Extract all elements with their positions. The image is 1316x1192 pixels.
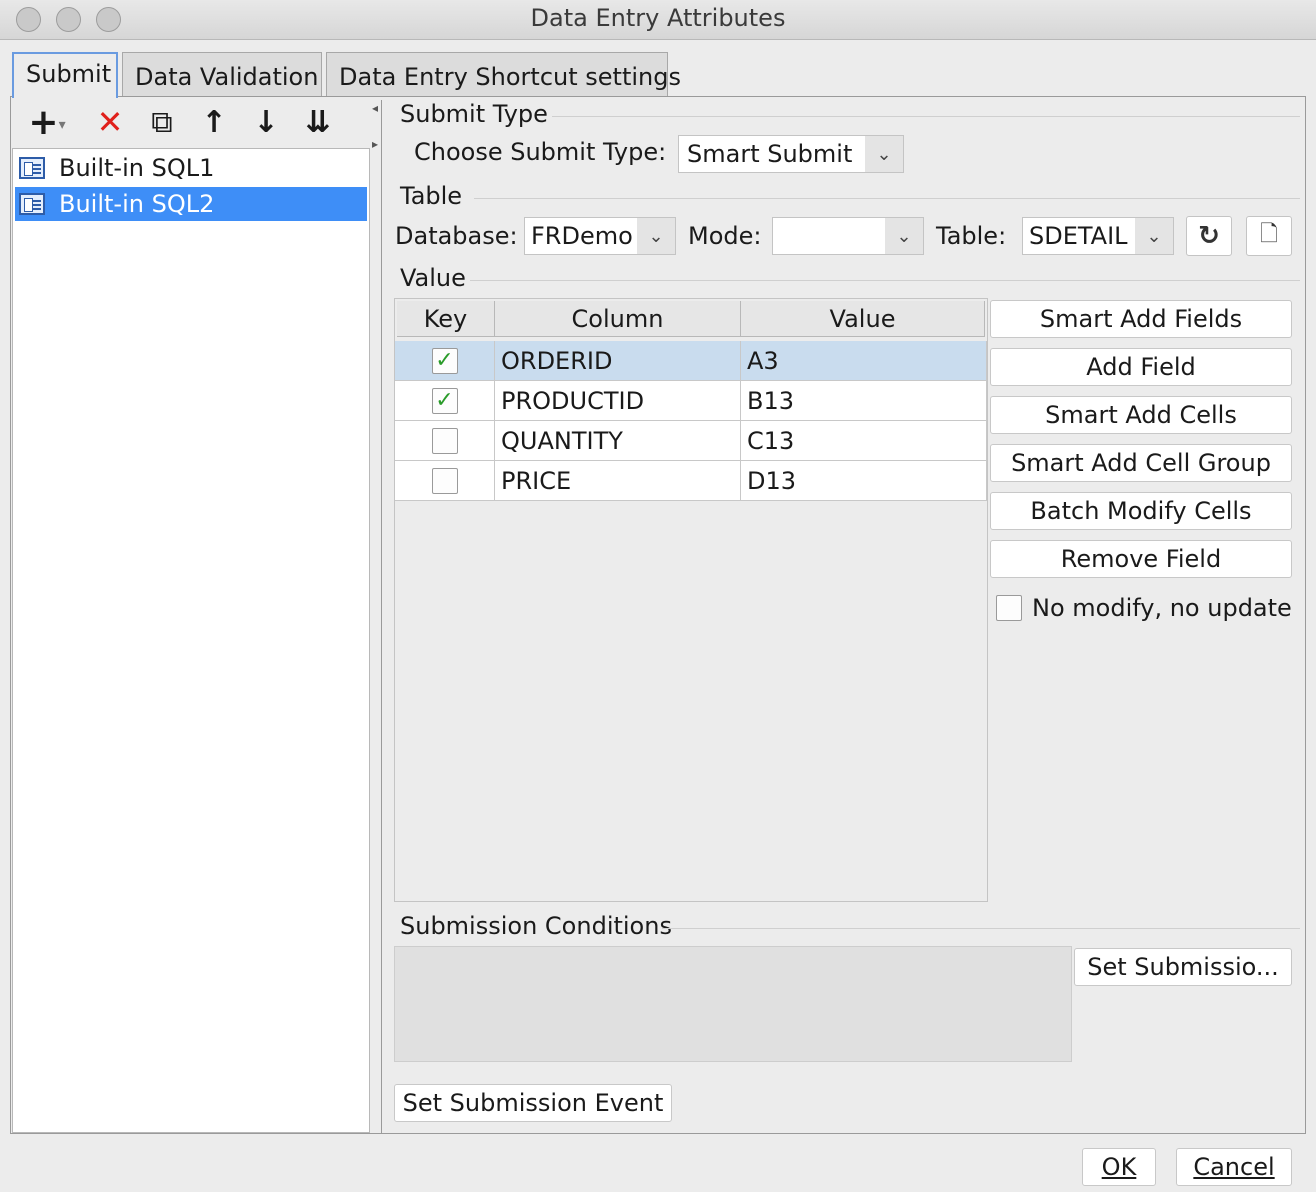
chevron-down-icon: ⌄: [885, 218, 923, 254]
column-cell[interactable]: PRICE: [495, 461, 741, 501]
add-field-button[interactable]: Add Field: [990, 348, 1292, 386]
document-search-icon: 🗋: [1260, 222, 1278, 247]
value-section-title: Value: [400, 264, 466, 292]
delete-icon: ✕: [96, 103, 124, 141]
no-modify-checkbox[interactable]: [996, 595, 1022, 621]
submit-type-label: Choose Submit Type:: [414, 138, 667, 166]
tab-submit[interactable]: Submit: [12, 52, 118, 98]
table-row[interactable]: ✓ ORDERID A3: [395, 341, 987, 381]
column-cell[interactable]: QUANTITY: [495, 421, 741, 461]
key-checkbox[interactable]: [431, 427, 458, 454]
preview-table-button[interactable]: 🗋: [1246, 216, 1292, 256]
title-bar: Data Entry Attributes: [0, 0, 1316, 40]
arrow-up-icon: ↑: [201, 104, 227, 140]
value-cell[interactable]: D13: [741, 461, 987, 501]
table-section-title: Table: [400, 182, 463, 210]
section-divider: [662, 928, 1300, 929]
submission-conditions-display: [394, 946, 1072, 1062]
refresh-button[interactable]: ↻: [1186, 216, 1232, 256]
table-label: Table:: [936, 222, 1007, 250]
set-submission-event-button[interactable]: Set Submission Event: [394, 1084, 672, 1122]
source-item-builtin-sql1[interactable]: Built-in SQL1: [15, 151, 367, 185]
collapse-arrows-icon: ◂ ▸: [372, 101, 379, 151]
key-checkbox[interactable]: [431, 467, 458, 494]
table-value: SDETAIL: [1029, 222, 1128, 250]
set-submission-conditions-button[interactable]: Set Submissio...: [1074, 948, 1292, 986]
table-row[interactable]: PRICE D13: [395, 461, 987, 501]
chevron-down-icon: ▾: [58, 117, 66, 133]
tab-data-validation[interactable]: Data Validation: [122, 52, 322, 96]
chevron-down-icon: ⌄: [1135, 218, 1173, 254]
submit-type-value: Smart Submit: [687, 140, 853, 168]
submit-type-section-title: Submit Type: [400, 100, 548, 128]
value-cell[interactable]: A3: [741, 341, 987, 381]
table-row[interactable]: ✓ PRODUCTID B13: [395, 381, 987, 421]
cancel-button[interactable]: Cancel: [1176, 1148, 1292, 1186]
no-modify-label: No modify, no update: [1032, 594, 1292, 622]
section-divider: [552, 116, 1300, 117]
pane-splitter[interactable]: ◂ ▸: [370, 100, 382, 1133]
copy-icon: ⧉: [151, 104, 173, 140]
submission-conditions-section-title: Submission Conditions: [400, 912, 672, 940]
column-cell[interactable]: PRODUCTID: [495, 381, 741, 421]
key-checkbox[interactable]: ✓: [431, 387, 458, 414]
key-cell[interactable]: ✓: [395, 381, 495, 421]
key-cell[interactable]: ✓: [395, 341, 495, 381]
chevron-down-icon: ⌄: [865, 136, 903, 172]
mode-label: Mode:: [688, 222, 762, 250]
source-item-label: Built-in SQL2: [59, 190, 215, 218]
move-up-button[interactable]: ↑: [194, 100, 234, 144]
column-header-key[interactable]: Key: [397, 301, 495, 337]
source-item-builtin-sql2[interactable]: Built-in SQL2: [15, 187, 367, 221]
move-bottom-icon: ⇊: [305, 104, 331, 140]
database-value: FRDemo: [531, 222, 633, 250]
field-table: Key Column Value ✓ ORDERID A3 ✓ PRODUCTI…: [394, 298, 988, 902]
add-source-button[interactable]: + ▾: [20, 100, 74, 144]
key-cell[interactable]: [395, 461, 495, 501]
database-label: Database:: [395, 222, 518, 250]
delete-source-button[interactable]: ✕: [90, 100, 130, 144]
table-row[interactable]: QUANTITY C13: [395, 421, 987, 461]
value-cell[interactable]: C13: [741, 421, 987, 461]
database-select[interactable]: FRDemo ⌄: [524, 217, 676, 255]
source-toolbar: + ▾ ✕ ⧉ ↑ ↓ ⇊: [14, 100, 376, 146]
refresh-icon: ↻: [1198, 221, 1220, 251]
table-select[interactable]: SDETAIL ⌄: [1022, 217, 1174, 255]
smart-add-cell-group-button[interactable]: Smart Add Cell Group: [990, 444, 1292, 482]
smart-add-cells-button[interactable]: Smart Add Cells: [990, 396, 1292, 434]
section-divider: [470, 280, 1300, 281]
value-cell[interactable]: B13: [741, 381, 987, 421]
arrow-down-icon: ↓: [253, 104, 279, 140]
dataset-icon: [19, 193, 45, 215]
remove-field-button[interactable]: Remove Field: [990, 540, 1292, 578]
section-divider: [474, 198, 1300, 199]
source-item-label: Built-in SQL1: [59, 154, 215, 182]
chevron-down-icon: ⌄: [637, 218, 675, 254]
column-cell[interactable]: ORDERID: [495, 341, 741, 381]
dataset-icon: [19, 157, 45, 179]
smart-add-fields-button[interactable]: Smart Add Fields: [990, 300, 1292, 338]
ok-button[interactable]: OK: [1082, 1148, 1156, 1186]
mode-select[interactable]: ⌄: [772, 217, 924, 255]
key-cell[interactable]: [395, 421, 495, 461]
batch-modify-cells-button[interactable]: Batch Modify Cells: [990, 492, 1292, 530]
move-down-button[interactable]: ↓: [246, 100, 286, 144]
column-header-value[interactable]: Value: [741, 301, 985, 337]
plus-icon: +: [28, 101, 59, 143]
move-to-bottom-button[interactable]: ⇊: [298, 100, 338, 144]
column-header-column[interactable]: Column: [495, 301, 741, 337]
window-title: Data Entry Attributes: [530, 4, 786, 32]
copy-source-button[interactable]: ⧉: [142, 100, 182, 144]
key-checkbox[interactable]: ✓: [431, 347, 458, 374]
source-list: Built-in SQL1 Built-in SQL2: [12, 148, 370, 1133]
no-modify-option[interactable]: No modify, no update: [996, 592, 1296, 624]
tab-data-entry-shortcut-settings[interactable]: Data Entry Shortcut settings: [326, 52, 681, 96]
submit-type-select[interactable]: Smart Submit ⌄: [678, 135, 904, 173]
